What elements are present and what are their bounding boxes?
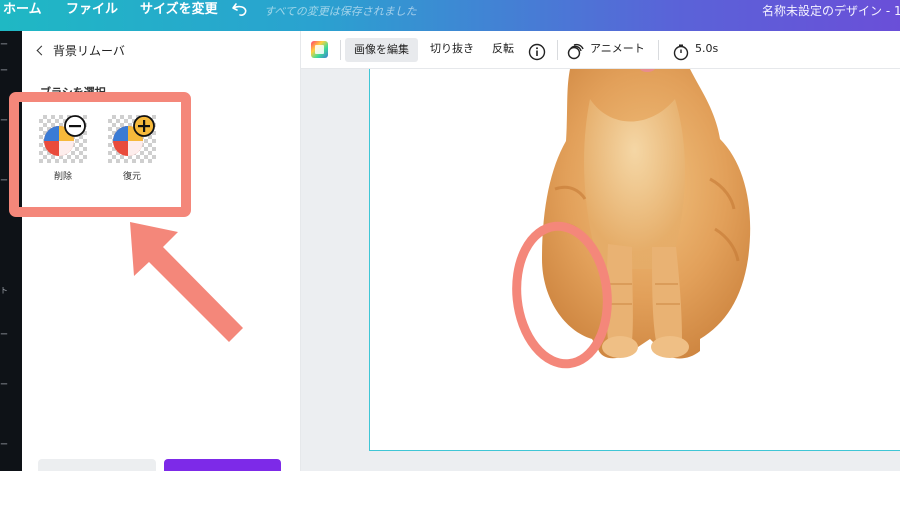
erase-thumbnail	[39, 115, 87, 163]
document-title[interactable]: 名称未設定のデザイン - 1024	[762, 2, 900, 19]
save-status: すべての変更は保存されました	[264, 5, 417, 18]
rail-item-audio[interactable]: ー	[0, 381, 14, 389]
restore-brush-tool[interactable]: 復元	[105, 115, 159, 182]
canva-editor: ホーム ファイル サイズを変更 すべての変更は保存されました 名称未設定のデザイ…	[0, 0, 900, 506]
toolbar-divider	[557, 40, 558, 60]
rail-item-text[interactable]: ト	[0, 287, 14, 295]
left-rail: ー ー ー ー ト ー ー ー	[0, 31, 22, 471]
flip-button[interactable]: 反転	[492, 31, 514, 69]
rail-item-elements[interactable]: ー	[0, 67, 14, 75]
restore-thumbnail	[108, 115, 156, 163]
file-menu[interactable]: ファイル	[66, 0, 118, 31]
rail-item-templates[interactable]: ー	[0, 41, 14, 49]
color-picker-icon[interactable]	[310, 40, 329, 60]
erase-label: 削除	[53, 172, 72, 182]
resize-menu[interactable]: サイズを変更	[140, 0, 218, 31]
animate-icon	[567, 40, 585, 60]
crop-button[interactable]: 切り抜き	[430, 31, 474, 69]
back-button[interactable]: 背景リムーバ	[36, 42, 125, 59]
chevron-left-icon	[36, 45, 47, 56]
primary-button[interactable]	[164, 459, 281, 471]
rail-item-more[interactable]: ー	[0, 441, 14, 449]
restore-label: 復元	[122, 172, 141, 182]
duration-button[interactable]: 5.0s	[695, 31, 718, 69]
rail-item-photos[interactable]: ー	[0, 177, 14, 185]
animate-button[interactable]: アニメート	[590, 31, 645, 69]
undo-icon[interactable]	[230, 0, 250, 20]
panel-title: 背景リムーバ	[53, 44, 125, 58]
brush-section-label: ブラシを選択	[40, 86, 106, 99]
toolbar-divider	[658, 40, 659, 60]
erase-brush-tool[interactable]: 削除	[36, 115, 90, 182]
rail-item-uploads[interactable]: ー	[0, 117, 14, 125]
rail-item-styles[interactable]: ー	[0, 331, 14, 339]
edit-image-button[interactable]: 画像を編集	[345, 38, 418, 62]
top-bar: ホーム ファイル サイズを変更 すべての変更は保存されました 名称未設定のデザイ…	[0, 0, 900, 31]
timer-icon	[672, 40, 690, 61]
home-menu[interactable]: ホーム	[3, 0, 42, 31]
background-remover-panel: 背景リムーバ ブラシを選択 削除 復元	[22, 31, 301, 471]
cat-image[interactable]	[370, 69, 900, 451]
editor-toolbar: 画像を編集 切り抜き 反転 アニメート 5.0s	[301, 31, 900, 69]
bottom-strip	[0, 471, 900, 506]
info-icon[interactable]	[528, 40, 546, 61]
toolbar-divider	[340, 40, 341, 60]
canvas-workspace	[301, 69, 900, 471]
design-page[interactable]	[369, 69, 900, 451]
secondary-button[interactable]	[38, 459, 156, 471]
